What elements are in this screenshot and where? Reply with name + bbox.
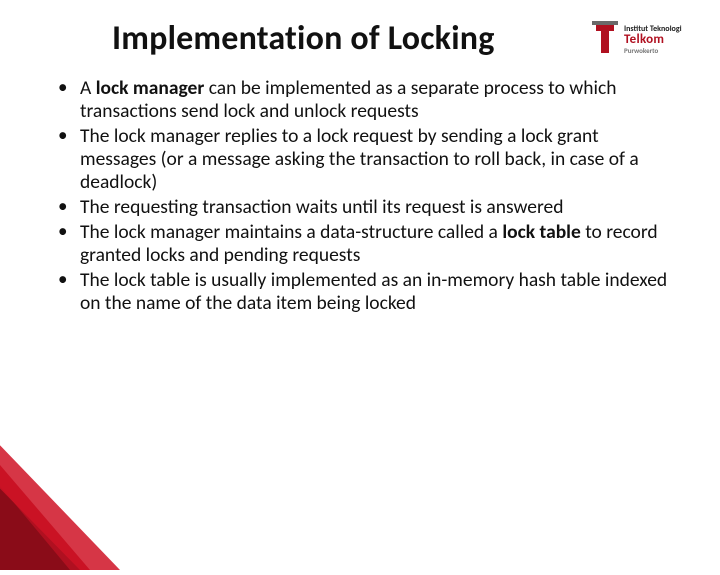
list-item: The lock manager maintains a data-struct… — [52, 221, 670, 267]
logo-line2: Telkom — [624, 33, 682, 46]
list-item: The lock table is usually implemented as… — [52, 269, 670, 315]
slide: Institut Teknologi Telkom Purwokerto Imp… — [0, 0, 720, 540]
bullet-text: The lock manager maintains a data-struct… — [80, 220, 502, 244]
logo-text: Institut Teknologi Telkom Purwokerto — [624, 25, 682, 54]
slide-content: A lock manager can be implemented as a s… — [52, 77, 680, 315]
bullet-text: The requesting transaction waits until i… — [80, 195, 564, 219]
list-item: The requesting transaction waits until i… — [52, 196, 670, 219]
list-item: The lock manager replies to a lock reque… — [52, 125, 670, 194]
bullet-list: A lock manager can be implemented as a s… — [52, 77, 670, 315]
decorative-corner — [0, 370, 170, 570]
bullet-text: The lock table is usually implemented as… — [80, 268, 667, 315]
bullet-bold: lock manager — [96, 76, 205, 100]
institution-logo: Institut Teknologi Telkom Purwokerto — [592, 14, 702, 64]
logo-line3: Purwokerto — [624, 47, 682, 54]
logo-mark-icon — [592, 19, 618, 59]
list-item: A lock manager can be implemented as a s… — [52, 77, 670, 123]
bullet-text: The lock manager replies to a lock reque… — [80, 124, 639, 194]
bullet-bold: lock table — [502, 220, 580, 244]
bullet-text: A — [80, 76, 96, 100]
